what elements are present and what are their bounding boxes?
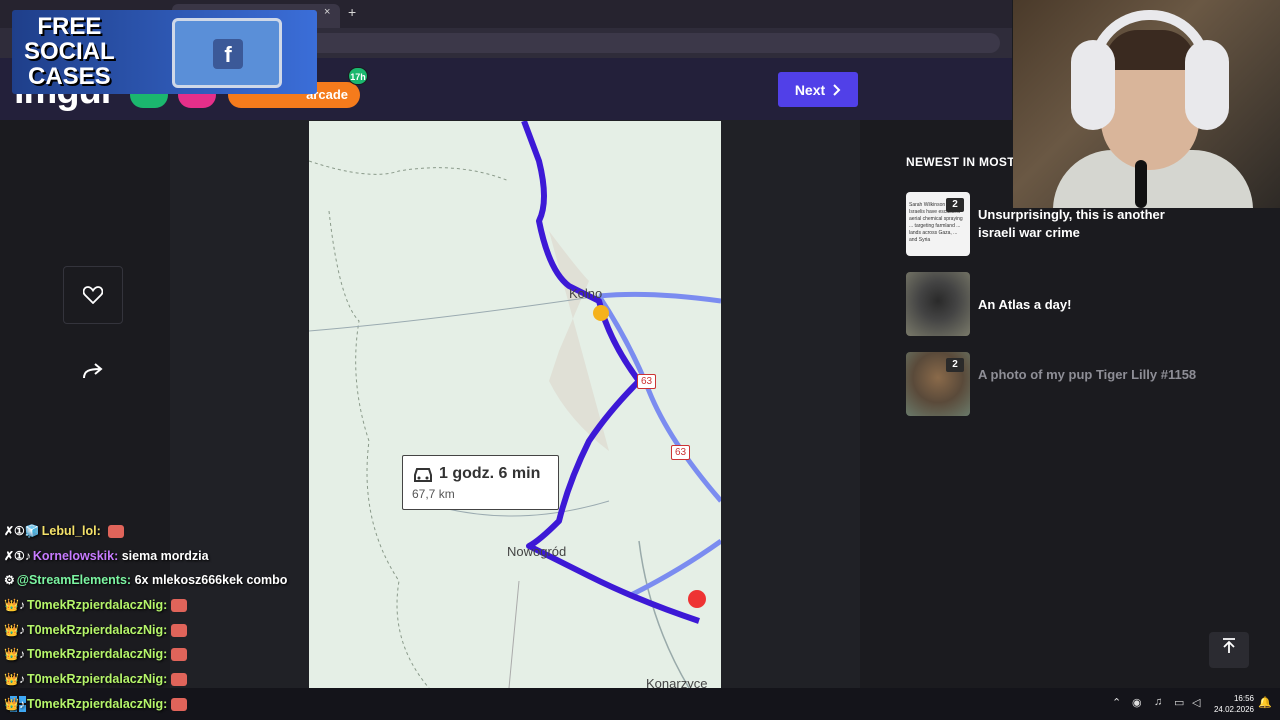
- scroll-top-button[interactable]: [1209, 632, 1249, 668]
- image-count: 2: [946, 358, 964, 372]
- chat-username: T0mekRzpierdalaczNig:: [26, 623, 168, 637]
- ad-line-3: CASES: [27, 63, 111, 90]
- news-thumbnail: Sarah Wilkinson ... Israelis have escala…: [906, 192, 970, 256]
- clock-date: 24.02.2026: [1213, 705, 1254, 714]
- car-icon: [414, 468, 432, 482]
- favorite-button[interactable]: [63, 266, 123, 324]
- next-button[interactable]: Next: [778, 72, 858, 107]
- chat-badges: ⚙: [4, 573, 15, 587]
- emote-icon: [171, 673, 188, 687]
- close-tab-icon[interactable]: ×: [324, 6, 330, 18]
- microphone: [1135, 160, 1147, 208]
- network-icon[interactable]: ▭: [1174, 696, 1184, 709]
- facebook-icon: f: [213, 39, 243, 69]
- next-label: Next: [794, 81, 826, 98]
- map-label-kolno: Kolno: [569, 286, 603, 301]
- chat-username: Lebul_lol:: [41, 524, 101, 538]
- chat-badges: 👑♪: [4, 623, 25, 637]
- webcam-overlay: [1013, 0, 1280, 208]
- map-label-nowogrod: Nowogród: [507, 544, 567, 559]
- taskbar: ⌃ ◉ ♫ ▭ ◁ 16:56 24.02.2026 🔔: [0, 688, 1280, 720]
- map-label-konarzyce: Konarzyce: [646, 676, 708, 688]
- chat-badges: 👑♪: [4, 697, 25, 711]
- chat-badges: 👑♪: [4, 598, 25, 612]
- arcade-badge: 17h: [348, 67, 368, 85]
- news-title: Unsurprisingly, this is another israeli …: [978, 207, 1165, 240]
- chat-badges: ✗①🧊: [4, 524, 40, 538]
- clock-time: 16:56: [1233, 694, 1254, 703]
- image-count: 2: [946, 198, 964, 212]
- chat-username: T0mekRzpierdalaczNig:: [26, 647, 168, 661]
- microphone-icon[interactable]: ♫: [1154, 696, 1162, 708]
- system-clock[interactable]: 16:56 24.02.2026: [1208, 693, 1254, 715]
- chat-username: T0mekRzpierdalaczNig:: [26, 598, 168, 612]
- heart-icon: [83, 286, 103, 304]
- news-title: An Atlas a day!: [978, 297, 1072, 312]
- crate-image: f: [172, 18, 282, 88]
- news-thumbnail: 2: [906, 352, 970, 416]
- map-image[interactable]: Kolno Nowogród Konarzyce 63 63: [309, 121, 721, 688]
- chat-text: siema mordzia: [121, 549, 209, 563]
- emote-icon: [108, 525, 125, 539]
- chat-badges: 👑♪: [4, 647, 25, 661]
- chat-message: ✗①🧊 Lebul_lol:: [4, 524, 125, 546]
- headphone-right: [1185, 40, 1229, 130]
- chat-username: T0mekRzpierdalaczNig:: [26, 697, 168, 711]
- chat-username: T0mekRzpierdalaczNig:: [26, 672, 168, 686]
- headphone-left: [1071, 40, 1115, 130]
- chat-message: 👑♪ T0mekRzpierdalaczNig:: [4, 647, 188, 669]
- ad-line-1: FREE: [37, 13, 102, 40]
- webcam-hair: [1105, 30, 1195, 70]
- chat-username: Kornelowskik:: [32, 549, 119, 563]
- ad-banner[interactable]: FREE SOCIAL CASES f: [12, 10, 317, 94]
- chat-message: 👑♪ T0mekRzpierdalaczNig:: [4, 598, 188, 620]
- route-time: 1 godz. 6 min: [439, 465, 541, 482]
- chat-message: 👑♪ T0mekRzpierdalaczNig:: [4, 697, 188, 719]
- emote-icon: [171, 648, 188, 662]
- emote-icon: [171, 599, 188, 613]
- chat-message: ⚙ @StreamElements: 6x mlekosz666kek combo: [4, 573, 287, 595]
- map-svg: [309, 121, 721, 688]
- notification-bell-icon[interactable]: 🔔: [1258, 696, 1272, 709]
- volume-icon[interactable]: ◁: [1192, 696, 1200, 709]
- chat-badges: ✗①♪: [4, 549, 31, 563]
- section-title: NEWEST IN MOST: [906, 155, 1015, 169]
- chat-message: 👑♪ T0mekRzpierdalaczNig:: [4, 623, 188, 645]
- news-thumbnail: [906, 272, 970, 336]
- road-sign-63: 63: [671, 445, 691, 460]
- news-title: A photo of my pup Tiger Lilly #1158: [978, 367, 1197, 382]
- share-button[interactable]: [78, 360, 108, 388]
- chevron-right-icon: [833, 83, 841, 96]
- road-sign-63: 63: [637, 374, 657, 389]
- emote-icon: [171, 624, 188, 638]
- chevron-up-icon[interactable]: ⌃: [1112, 696, 1121, 709]
- chat-username: @StreamElements:: [16, 573, 132, 587]
- ad-text: FREE SOCIAL CASES: [24, 14, 115, 89]
- route-info-box: 1 godz. 6 min 67,7 km: [402, 455, 559, 510]
- route-distance: 67,7 km: [412, 487, 455, 501]
- new-tab-icon[interactable]: +: [348, 4, 356, 20]
- discord-icon[interactable]: ◉: [1132, 696, 1142, 709]
- emote-icon: [171, 698, 188, 712]
- arrow-right-icon: [83, 363, 103, 379]
- ad-line-2: SOCIAL: [24, 38, 115, 65]
- chat-text: 6x mlekosz666kek combo: [134, 573, 288, 587]
- chat-badges: 👑♪: [4, 672, 25, 686]
- chat-message: ✗①♪ Kornelowskik: siema mordzia: [4, 549, 209, 571]
- arrow-up-icon: [1223, 638, 1235, 653]
